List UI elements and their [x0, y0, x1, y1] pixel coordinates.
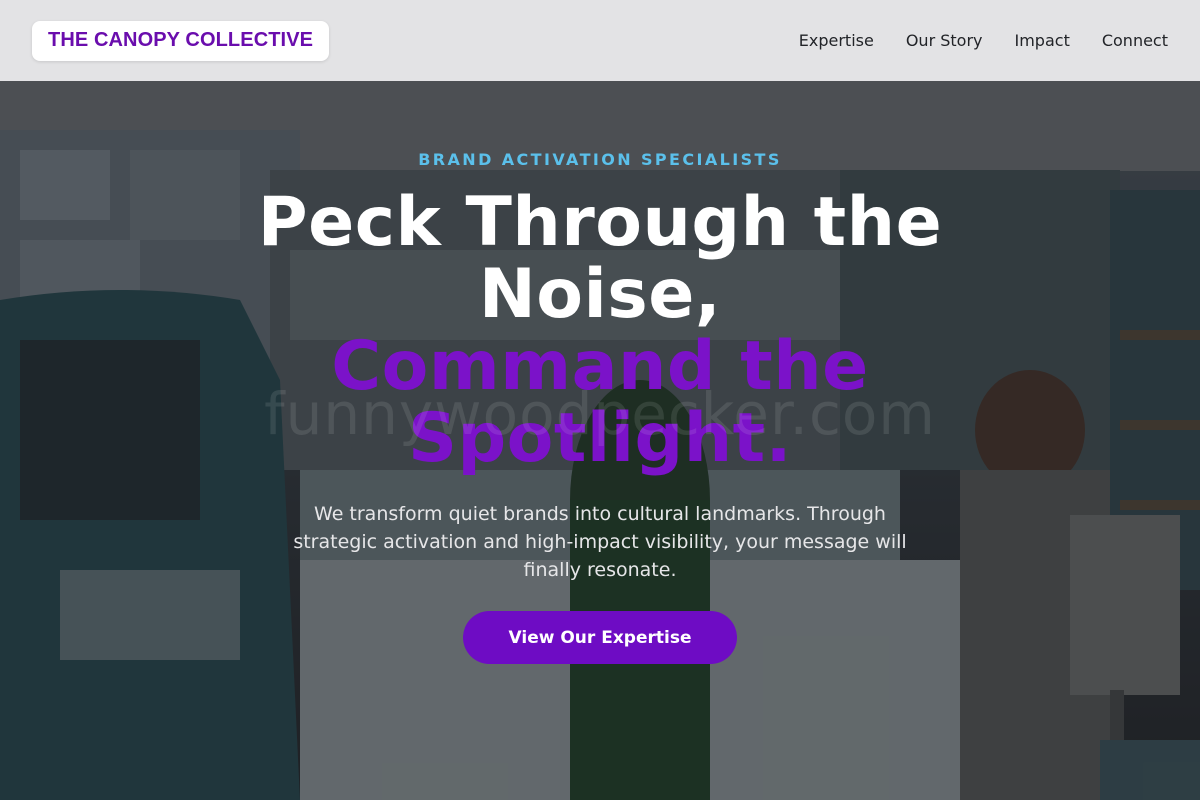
nav-link-expertise[interactable]: Expertise	[799, 31, 874, 50]
nav-link-impact[interactable]: Impact	[1015, 31, 1070, 50]
hero-eyebrow: BRAND ACTIVATION SPECIALISTS	[418, 150, 782, 169]
site-header: THE CANOPY COLLECTIVE Expertise Our Stor…	[0, 0, 1200, 81]
hero-headline-main: Peck Through the Noise,	[257, 183, 943, 334]
hero-section: BRAND ACTIVATION SPECIALISTS Peck Throug…	[0, 81, 1200, 800]
watermark: funnywoodpecker.com	[264, 380, 936, 448]
view-expertise-button[interactable]: View Our Expertise	[463, 611, 737, 664]
logo-text: THE CANOPY COLLECTIVE	[48, 29, 314, 51]
nav-link-our-story[interactable]: Our Story	[906, 31, 983, 50]
logo[interactable]: THE CANOPY COLLECTIVE	[32, 20, 330, 61]
hero-subtext: We transform quiet brands into cultural …	[293, 503, 907, 581]
main-nav: Expertise Our Story Impact Connect	[799, 31, 1168, 50]
nav-link-connect[interactable]: Connect	[1102, 31, 1168, 50]
